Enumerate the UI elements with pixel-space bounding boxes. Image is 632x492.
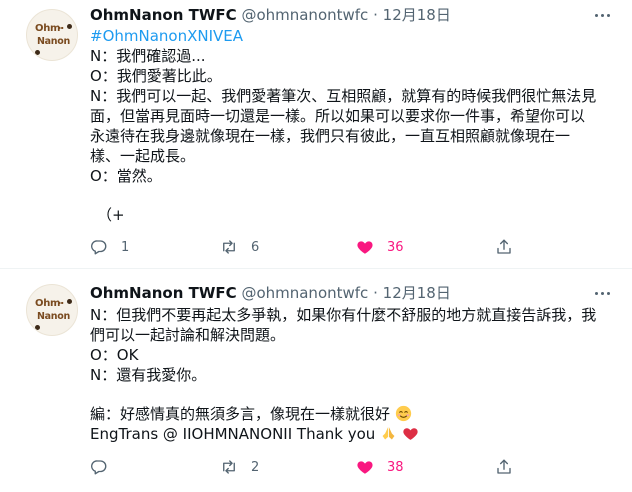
text-line: N：還有我愛你。 bbox=[90, 366, 207, 384]
avatar-text-nanon: Nanon bbox=[37, 311, 70, 322]
avatar-text-nanon: Nanon bbox=[37, 36, 70, 47]
reply-icon bbox=[90, 460, 107, 475]
text-line: O：我們愛著比此。 bbox=[90, 67, 222, 85]
retweet-count: 2 bbox=[251, 459, 260, 475]
tweet[interactable]: Ohm ▪▪ Nanon OhmNanon TWFC @ohmnanontwfc… bbox=[0, 0, 632, 268]
text-line: N：我們可以一起、我們愛著筆次、互相照顧，就算有的時候我們很忙無法見 bbox=[90, 87, 597, 105]
like-count: 36 bbox=[387, 239, 404, 255]
hashtag-link[interactable]: #OhmNanonXNIVEA bbox=[90, 26, 610, 46]
red-heart-emoji bbox=[403, 428, 418, 440]
avatar-text-ohm: Ohm bbox=[35, 23, 61, 34]
text-line: 們可以一起討論和解決問題。 bbox=[90, 326, 286, 344]
retweet-icon bbox=[223, 460, 235, 474]
avatar-decoration: ▪▪ bbox=[58, 25, 64, 30]
retweet-button[interactable]: 2 bbox=[220, 457, 259, 477]
credit-line: EngTrans @ IIOHMNANONII Thank you bbox=[90, 424, 610, 444]
separator-dot: · bbox=[373, 284, 378, 302]
text-line: N：但我們不要再起太多爭執，如果你有什麼不舒服的地方就直接告訴我，我 bbox=[90, 306, 597, 324]
author-handle[interactable]: @ohmnanontwfc bbox=[241, 284, 368, 302]
reply-icon bbox=[90, 240, 107, 255]
share-button[interactable] bbox=[495, 457, 513, 477]
translation-credit: EngTrans @ IIOHMNANONII Thank you bbox=[90, 425, 376, 443]
avatar-dot bbox=[35, 50, 40, 55]
tweet-date[interactable]: 12月18日 bbox=[383, 6, 451, 24]
retweet-count: 6 bbox=[251, 239, 260, 255]
reply-count: 1 bbox=[121, 239, 130, 255]
tweet-header: OhmNanon TWFC @ohmnanontwfc · 12月18日 bbox=[90, 5, 451, 25]
author-name[interactable]: OhmNanon TWFC bbox=[90, 6, 237, 24]
tweet-date[interactable]: 12月18日 bbox=[383, 284, 451, 302]
share-button[interactable] bbox=[495, 237, 513, 257]
share-icon bbox=[497, 459, 511, 474]
separator-dot: · bbox=[373, 6, 378, 24]
smiling-face-emoji bbox=[395, 405, 411, 422]
tweet-text: N：但我們不要再起太多爭執，如果你有什麼不舒服的地方就直接告訴我，我 們可以一起… bbox=[90, 305, 610, 444]
more-icon[interactable] bbox=[590, 5, 614, 25]
avatar-dot bbox=[67, 299, 72, 304]
text-line: O：OK bbox=[90, 346, 139, 364]
editor-note: 編：好感情真的無須多言，像現在一樣就很好 bbox=[90, 405, 391, 423]
heart-filled-icon bbox=[357, 241, 373, 254]
text-line: 面，但當再見面時一切還是一樣。所以如果可以要求你一件事，希望你可以 bbox=[90, 107, 586, 125]
action-bar: 2 38 bbox=[90, 457, 550, 477]
tweet[interactable]: Ohm ▪▪ Nanon OhmNanon TWFC @ohmnanontwfc… bbox=[0, 268, 632, 492]
action-bar: 1 6 36 bbox=[90, 237, 550, 257]
avatar[interactable]: Ohm ▪▪ Nanon bbox=[26, 284, 78, 336]
avatar-dot bbox=[67, 24, 72, 29]
share-icon bbox=[497, 239, 511, 254]
text-line: （+ bbox=[97, 206, 125, 224]
more-icon[interactable] bbox=[590, 283, 614, 303]
tweet-text: #OhmNanonXNIVEA N：我們確認過... O：我們愛著比此。 N：我… bbox=[90, 26, 610, 225]
avatar-text-ohm: Ohm bbox=[35, 298, 61, 309]
heart-filled-icon bbox=[357, 461, 373, 474]
retweet-icon bbox=[223, 240, 235, 254]
folded-hands-emoji bbox=[382, 427, 395, 440]
avatar-dot bbox=[35, 325, 40, 330]
like-button[interactable]: 38 bbox=[356, 457, 404, 477]
avatar-decoration: ▪▪ bbox=[58, 300, 64, 305]
reply-button[interactable] bbox=[90, 457, 121, 477]
text-line: 永遠待在我身邊就像現在一樣，我們只有彼此，一直互相照顧就像現在一 bbox=[90, 127, 571, 145]
retweet-button[interactable]: 6 bbox=[220, 237, 259, 257]
avatar[interactable]: Ohm ▪▪ Nanon bbox=[26, 9, 78, 61]
like-count: 38 bbox=[387, 459, 404, 475]
like-button[interactable]: 36 bbox=[356, 237, 404, 257]
text-line: O：當然。 bbox=[90, 167, 162, 185]
author-handle[interactable]: @ohmnanontwfc bbox=[241, 6, 368, 24]
text-line: N：我們確認過... bbox=[90, 47, 206, 65]
text-line: 樣、一起成長。 bbox=[90, 147, 196, 165]
editor-note-line: 編：好感情真的無須多言，像現在一樣就很好 bbox=[90, 404, 610, 424]
tweet-header: OhmNanon TWFC @ohmnanontwfc · 12月18日 bbox=[90, 283, 451, 303]
author-name[interactable]: OhmNanon TWFC bbox=[90, 284, 237, 302]
reply-button[interactable]: 1 bbox=[90, 237, 129, 257]
